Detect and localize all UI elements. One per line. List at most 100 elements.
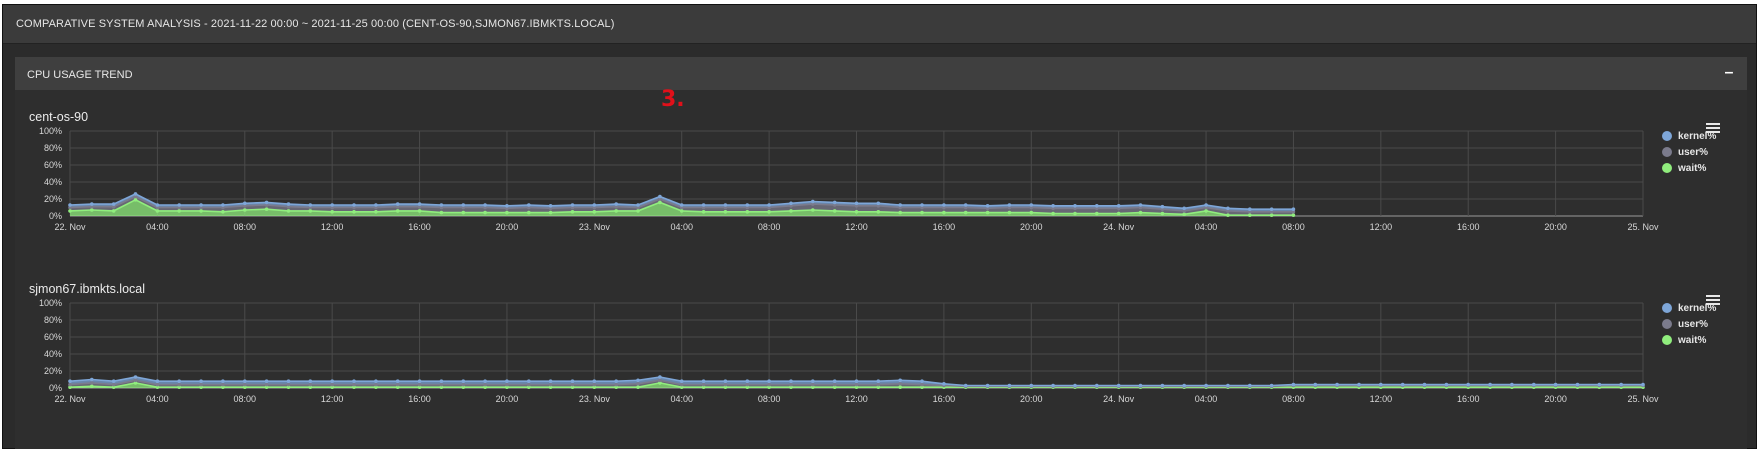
point-wait (942, 210, 946, 215)
point-kernel (1641, 382, 1645, 387)
point-kernel (1575, 382, 1580, 387)
y-tick-label: 0% (49, 211, 62, 221)
point-kernel (1095, 204, 1099, 208)
point-kernel (1248, 207, 1252, 211)
point-kernel (1226, 383, 1230, 388)
point-kernel (1204, 203, 1208, 207)
point-kernel (505, 204, 509, 208)
point-kernel (636, 203, 640, 207)
point-kernel (876, 379, 881, 383)
point-kernel (1051, 383, 1055, 388)
panel-title: CPU USAGE TREND (27, 69, 133, 81)
point-wait (133, 198, 138, 202)
point-wait (111, 209, 116, 213)
x-tick-label: 12:00 (321, 394, 344, 404)
y-tick-label: 20% (44, 194, 62, 204)
point-kernel (1160, 204, 1165, 209)
point-kernel (286, 379, 291, 383)
point-wait (1204, 209, 1208, 213)
point-kernel (1007, 203, 1012, 207)
point-user (133, 378, 138, 383)
panel-header[interactable]: CPU USAGE TREND – (15, 57, 1747, 90)
point-kernel (1095, 383, 1099, 388)
x-tick-label: 12:00 (1370, 394, 1393, 404)
hamburger-menu-icon[interactable] (1706, 123, 1720, 133)
point-kernel (1532, 382, 1536, 387)
chart-title-cent-os-90: cent-os-90 (29, 110, 89, 124)
legend-marker (1662, 163, 1672, 173)
point-user (417, 382, 422, 387)
point-wait (1029, 210, 1034, 215)
x-tick-label: 04:00 (670, 394, 693, 404)
point-wait (155, 209, 160, 213)
point-kernel (1553, 382, 1558, 387)
point-kernel (679, 203, 684, 207)
point-kernel (308, 379, 313, 383)
point-wait (527, 210, 531, 215)
point-kernel (264, 379, 269, 383)
point-user (439, 382, 444, 387)
point-kernel (1619, 382, 1623, 387)
point-wait (1248, 213, 1252, 217)
point-kernel (920, 379, 924, 383)
point-wait (199, 209, 203, 213)
point-wait (1160, 211, 1165, 216)
point-kernel (614, 379, 618, 383)
point-kernel (374, 203, 378, 207)
x-tick-label: 20:00 (496, 394, 519, 404)
point-user (745, 382, 750, 387)
point-wait (243, 208, 247, 212)
point-kernel (1007, 383, 1012, 388)
point-kernel (461, 379, 466, 383)
x-tick-label: 04:00 (146, 222, 169, 232)
point-user (483, 382, 487, 387)
x-tick-label: 08:00 (758, 222, 781, 232)
point-wait (701, 210, 706, 214)
point-kernel (920, 203, 924, 207)
point-kernel (963, 383, 968, 388)
point-wait (592, 210, 597, 214)
point-user (679, 382, 684, 387)
point-kernel (723, 203, 728, 207)
point-wait (920, 210, 924, 215)
point-user (505, 382, 509, 387)
collapse-button[interactable]: – (1721, 63, 1737, 83)
point-kernel (1182, 206, 1186, 211)
cpu-chart-cent-os-90: 0% 20% 40% 60% 80% 100% 22. Nov 04:00 08:00 12:00… (39, 123, 1720, 232)
point-user (199, 382, 203, 387)
point-kernel (1466, 382, 1470, 387)
point-wait (483, 210, 487, 215)
point-kernel (1204, 383, 1208, 388)
point-kernel (636, 378, 640, 383)
hamburger-menu-icon[interactable] (1706, 295, 1720, 305)
y-tick-label: 60% (44, 332, 62, 342)
point-kernel (111, 379, 116, 383)
legend-marker (1662, 335, 1672, 345)
x-tick-label: 16:00 (1457, 222, 1480, 232)
point-wait (832, 209, 837, 213)
point-user (374, 382, 378, 387)
x-tick-label: 12:00 (845, 222, 868, 232)
x-tick-label: 25. Nov (1627, 394, 1659, 404)
point-wait (767, 210, 771, 214)
point-wait (352, 210, 356, 214)
point-user (658, 378, 662, 383)
point-kernel (374, 379, 378, 383)
point-user (111, 382, 116, 387)
point-wait (898, 210, 902, 215)
point-user (264, 382, 269, 387)
point-kernel (308, 203, 313, 207)
point-wait (221, 210, 225, 214)
x-tick-label: 08:00 (1282, 222, 1305, 232)
point-kernel (898, 203, 902, 207)
point-kernel (1379, 382, 1383, 387)
point-user (592, 382, 597, 387)
point-wait (177, 209, 181, 213)
point-kernel (1051, 204, 1055, 208)
point-wait (264, 207, 269, 211)
point-kernel (592, 379, 597, 383)
point-wait (1095, 211, 1099, 216)
y-tick-label: 20% (44, 366, 62, 376)
point-wait (1138, 210, 1143, 215)
point-kernel (439, 203, 444, 207)
